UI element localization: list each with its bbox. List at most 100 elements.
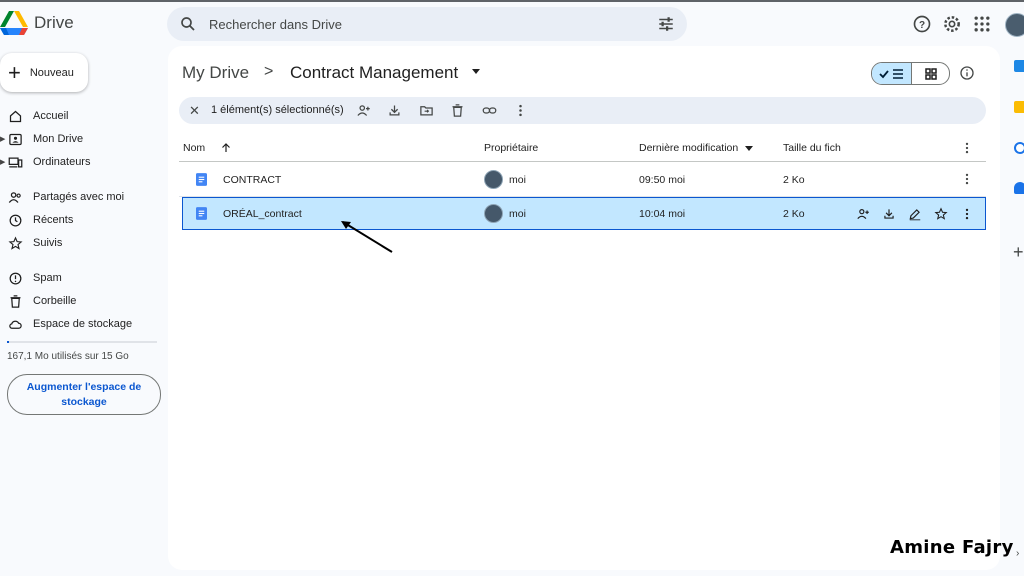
tasks-icon[interactable] (1014, 142, 1024, 154)
folder-menu-caret-icon[interactable] (472, 69, 480, 74)
computers-icon (8, 157, 23, 167)
sidebar-item-label: Corbeille (33, 295, 77, 307)
owner-cell: moi (484, 163, 526, 196)
sidebar-item-trash[interactable]: Corbeille (0, 291, 165, 311)
sidebar-item-label: Récents (33, 214, 74, 226)
spam-icon (9, 272, 22, 284)
sidebar-item-label: Espace de stockage (33, 318, 133, 330)
download-icon[interactable] (882, 207, 896, 221)
drive-logo[interactable]: Drive (0, 10, 74, 36)
search-icon (181, 17, 195, 31)
sidebar-item-starred[interactable]: Suivis (0, 233, 165, 253)
annotation-arrow (341, 221, 393, 253)
storage-progress-bar (7, 341, 157, 343)
sidebar-item-label: Ordinateurs (33, 156, 91, 168)
owner-cell: moi (484, 198, 526, 229)
sidebar-item-home[interactable]: Accueil (0, 106, 165, 126)
add-addon-icon[interactable]: + (1013, 242, 1024, 263)
upgrade-storage-button[interactable]: Augmenter l'espace de stockage (7, 374, 161, 415)
shared-icon (8, 191, 21, 203)
trash-icon[interactable] (450, 103, 465, 118)
doc-file-icon (196, 163, 207, 196)
rename-pencil-icon[interactable] (908, 207, 922, 221)
more-vert-icon[interactable] (960, 141, 974, 155)
sort-dropdown-icon[interactable] (745, 146, 753, 151)
doc-file-icon (196, 198, 207, 229)
breadcrumb-my-drive[interactable]: My Drive (182, 63, 249, 83)
watermark: Amine Fajry (890, 537, 1014, 558)
expand-caret-icon[interactable]: ▶ (0, 158, 6, 166)
storage-usage-text: 167,1 Mo utilisés sur 15 Go (7, 351, 129, 362)
sidebar-item-computers[interactable]: ▶ Ordinateurs (0, 152, 165, 172)
new-button[interactable]: + Nouveau (0, 53, 88, 92)
help-icon[interactable]: ? (912, 14, 932, 34)
home-icon (9, 110, 22, 122)
star-icon[interactable] (934, 207, 948, 221)
sidebar-item-label: Accueil (33, 110, 69, 122)
expand-caret-icon[interactable]: ▶ (0, 135, 6, 143)
file-size: 2 Ko (783, 173, 805, 186)
search-options-icon[interactable] (657, 15, 675, 33)
grid-view-icon (924, 67, 937, 80)
search-placeholder: Rechercher dans Drive (209, 16, 342, 32)
sidebar-item-my-drive[interactable]: ▶ Mon Drive (0, 129, 165, 149)
share-icon[interactable] (856, 207, 870, 221)
star-icon (8, 235, 23, 250)
sidebar-item-shared[interactable]: Partagés avec moi (0, 187, 165, 207)
plus-icon: + (8, 59, 21, 85)
keep-icon[interactable] (1014, 101, 1024, 113)
table-row[interactable]: CONTRACT moi 09:50 moi 2 Ko (182, 163, 986, 196)
owner-avatar (484, 170, 503, 189)
file-name[interactable]: CONTRACT (223, 163, 281, 196)
sidebar-item-spam[interactable]: Spam (0, 268, 165, 288)
app-title: Drive (34, 13, 74, 32)
svg-text:?: ? (919, 20, 925, 31)
apps-grid-icon[interactable] (972, 14, 992, 34)
more-vert-icon[interactable] (960, 172, 974, 186)
info-icon[interactable] (959, 65, 975, 81)
header-divider (179, 161, 986, 162)
column-header-owner[interactable]: Propriétaire (484, 142, 538, 154)
sidebar-item-label: Suivis (33, 237, 63, 249)
file-size: 2 Ko (783, 207, 805, 220)
move-to-folder-icon[interactable] (419, 103, 434, 118)
new-button-label: Nouveau (29, 66, 74, 79)
selection-toolbar: ✕ 1 élément(s) sélectionné(s) (179, 97, 986, 124)
download-icon[interactable] (387, 103, 402, 118)
owner-name: moi (509, 173, 526, 186)
sidebar-item-storage[interactable]: Espace de stockage (0, 314, 165, 334)
account-avatar[interactable] (1005, 13, 1024, 37)
my-drive-icon (9, 133, 22, 145)
drive-logo-icon (0, 11, 28, 35)
column-header-name[interactable]: Nom (183, 142, 205, 154)
link-icon[interactable] (482, 103, 497, 118)
main-panel (168, 46, 1000, 570)
table-row-selected[interactable]: ORÉAL_contract moi 10:04 moi 2 Ko (182, 197, 986, 230)
modified-date: 09:50 moi (639, 173, 686, 186)
sidebar-item-recent[interactable]: Récents (0, 210, 165, 230)
sidebar-item-label: Partagés avec moi (33, 191, 125, 203)
column-header-size[interactable]: Taille du fich (783, 142, 841, 154)
clock-icon (9, 214, 22, 226)
cloud-icon (9, 320, 22, 329)
gear-icon[interactable] (942, 14, 962, 34)
grid-view-button[interactable] (912, 63, 949, 84)
list-view-button[interactable] (872, 63, 912, 84)
share-icon[interactable] (356, 103, 371, 118)
sort-ascending-icon[interactable] (220, 142, 232, 154)
file-name[interactable]: ORÉAL_contract (223, 198, 302, 229)
column-header-modified[interactable]: Dernière modification (639, 142, 738, 154)
sidebar-item-label: Mon Drive (33, 133, 84, 145)
contacts-icon[interactable] (1014, 182, 1024, 194)
modified-date: 10:04 moi (639, 207, 686, 220)
breadcrumb-current-folder[interactable]: Contract Management (290, 63, 458, 83)
search-input[interactable]: Rechercher dans Drive (167, 7, 687, 41)
owner-avatar (484, 204, 503, 223)
view-toggle[interactable] (871, 62, 950, 85)
more-vert-icon[interactable] (513, 103, 528, 118)
clear-selection-icon[interactable]: ✕ (189, 103, 200, 118)
list-view-icon (878, 68, 903, 79)
more-vert-icon[interactable] (960, 207, 974, 221)
chevron-right-icon[interactable]: › (1016, 548, 1019, 559)
calendar-icon[interactable] (1014, 60, 1024, 72)
